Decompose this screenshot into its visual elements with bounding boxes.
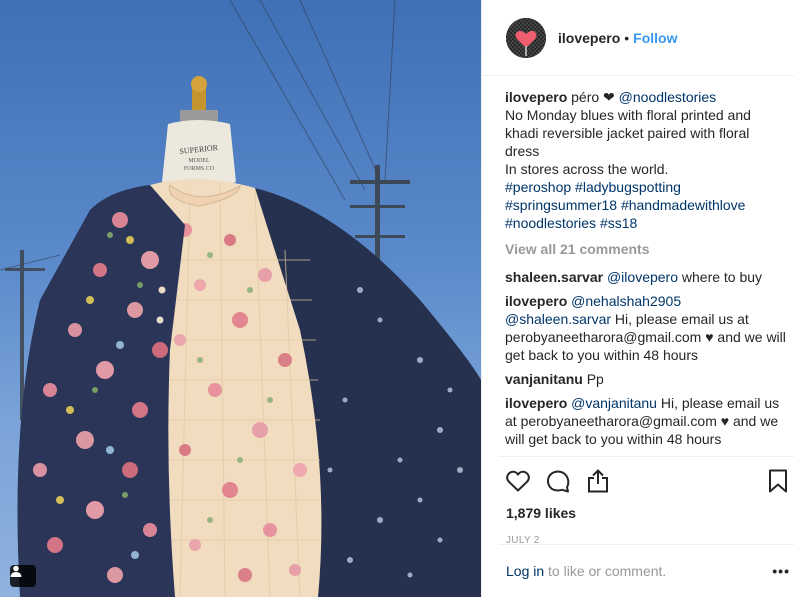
follow-button[interactable]: Follow	[633, 30, 677, 46]
header-username[interactable]: ilovepero	[558, 30, 620, 46]
login-text: to like or comment.	[544, 563, 667, 579]
comments-list: ilovepero péro ❤ @noodlestories No Monda…	[505, 88, 786, 456]
caption-lead: péro ❤	[571, 89, 619, 105]
comment-username[interactable]: ilovepero	[505, 395, 567, 411]
comment-item: shaleen.sarvar @ilovepero where to buy	[505, 268, 786, 286]
comment-text: where to buy	[678, 269, 763, 285]
heart-icon[interactable]	[502, 465, 534, 497]
caption-line2: In stores across the world.	[505, 161, 669, 177]
user-tag-icon[interactable]	[10, 565, 36, 587]
post-header: ilovepero • Follow	[482, 0, 794, 76]
post-photo[interactable]: SUPERIOR MODEL FORMS CO	[0, 0, 481, 597]
login-prompt: Log in to like or comment. •••	[498, 544, 794, 597]
post-sidebar: ilovepero • Follow ilovepero péro ❤ @noo…	[481, 0, 802, 597]
action-bar: 1,879 likes JULY 2	[498, 456, 794, 546]
comment-mention[interactable]: @vanjanitanu	[571, 395, 657, 411]
svg-text:FORMS CO: FORMS CO	[184, 166, 215, 172]
comment-username[interactable]: ilovepero	[505, 293, 567, 309]
comment-username[interactable]: shaleen.sarvar	[505, 269, 603, 285]
comment-item: ilovepero @vanjanitanu Hi, please email …	[505, 394, 786, 448]
caption-username[interactable]: ilovepero	[505, 89, 567, 105]
share-icon[interactable]	[582, 465, 614, 497]
comment-username[interactable]: vanjanitanu	[505, 371, 583, 387]
bookmark-icon[interactable]	[762, 465, 794, 497]
caption: ilovepero péro ❤ @noodlestories No Monda…	[505, 88, 786, 232]
more-options-button[interactable]: •••	[772, 563, 790, 579]
comment-mention[interactable]: @ilovepero	[607, 269, 678, 285]
caption-hashtags[interactable]: #peroshop #ladybugspotting #springsummer…	[505, 179, 745, 231]
photo-illustration: SUPERIOR MODEL FORMS CO	[0, 0, 481, 597]
comment-item: ilovepero @nehalshah2905 @shaleen.sarvar…	[505, 292, 786, 364]
header-separator: •	[624, 29, 630, 46]
svg-text:MODEL: MODEL	[188, 158, 210, 164]
comment-icon[interactable]	[542, 465, 574, 497]
comment-text: Pp	[586, 371, 604, 387]
caption-line1: No Monday blues with floral printed and …	[505, 107, 751, 159]
view-all-comments-link[interactable]: View all 21 comments	[505, 240, 786, 258]
login-link[interactable]: Log in	[506, 563, 544, 579]
action-icons	[498, 463, 794, 499]
avatar[interactable]	[506, 17, 546, 58]
comment-mention-2[interactable]: @shaleen.sarvar	[505, 311, 611, 327]
comment-item: vanjanitanu Pp	[505, 370, 786, 388]
instagram-post: SUPERIOR MODEL FORMS CO ilovepero • Foll…	[0, 0, 802, 597]
like-count[interactable]: 1,879 likes	[498, 505, 794, 521]
caption-mention[interactable]: @noodlestories	[619, 89, 717, 105]
comment-mention[interactable]: @nehalshah2905	[571, 293, 681, 309]
